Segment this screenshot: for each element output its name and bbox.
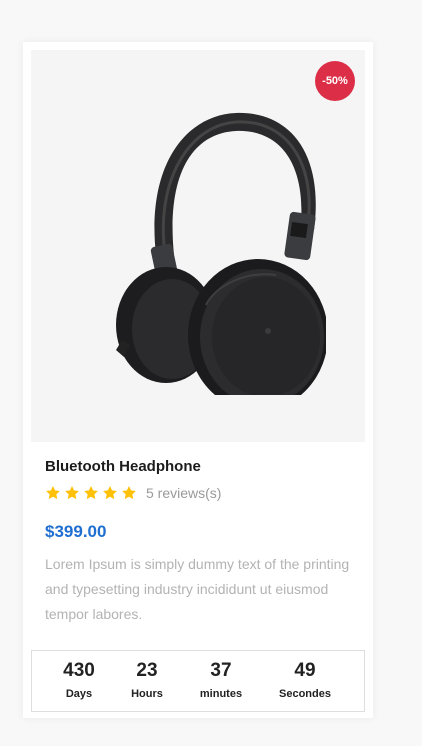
star-icon [103,486,117,500]
headphones-image[interactable] [86,105,326,395]
product-price: $399.00 [45,522,107,541]
product-card: -50% Bluetooth Headphone 5 reviews(s) $3… [23,42,373,718]
countdown-label: Hours [131,688,163,700]
countdown-value: 23 [136,660,158,681]
countdown-value: 430 [63,660,95,681]
countdown-value: 37 [210,660,232,681]
countdown-value: 49 [294,660,316,681]
discount-badge: -50% [315,61,355,101]
star-icon [122,486,136,500]
countdown-timer: 430 Days 23 Hours 37 minutes 49 Secondes [31,650,365,712]
star-icon [65,486,79,500]
product-description: Lorem Ipsum is simply dummy text of the … [45,556,350,622]
countdown-minutes: 37 minutes [186,659,256,700]
star-icon [84,486,98,500]
countdown-days: 430 Days [44,659,114,700]
product-image-area[interactable]: -50% [31,50,365,442]
countdown-label: Days [65,688,93,700]
product-title[interactable]: Bluetooth Headphone [45,458,201,475]
star-rating: 5 reviews(s) [45,485,221,501]
countdown-label: Secondes [279,688,331,700]
countdown-hours: 23 Hours [112,659,182,700]
star-icon [46,486,60,500]
countdown-label: minutes [199,688,243,700]
reviews-count[interactable]: 5 reviews(s) [146,485,221,501]
countdown-seconds: 49 Secondes [270,659,340,700]
